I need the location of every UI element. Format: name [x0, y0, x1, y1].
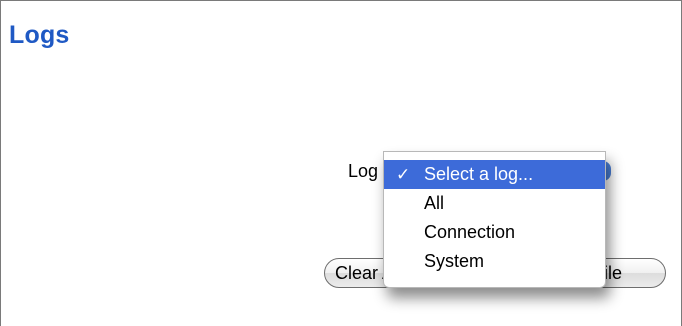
menu-item-all[interactable]: All [384, 189, 605, 218]
logs-page: Logs Log Clear All Logs Save to File ✓ S… [0, 0, 682, 326]
menu-item-label: Connection [424, 222, 516, 242]
page-title: Logs [9, 21, 70, 49]
menu-item-system[interactable]: System [384, 247, 605, 276]
menu-item-label: Select a log... [424, 164, 534, 184]
menu-item-label: System [424, 251, 485, 271]
menu-item-select-a-log[interactable]: ✓ Select a log... [384, 160, 605, 189]
log-select-label: Log [348, 161, 379, 181]
menu-item-connection[interactable]: Connection [384, 218, 605, 247]
log-select-menu[interactable]: ✓ Select a log... All Connection System [383, 151, 606, 288]
checkmark-icon: ✓ [396, 165, 411, 184]
menu-item-label: All [424, 193, 445, 213]
